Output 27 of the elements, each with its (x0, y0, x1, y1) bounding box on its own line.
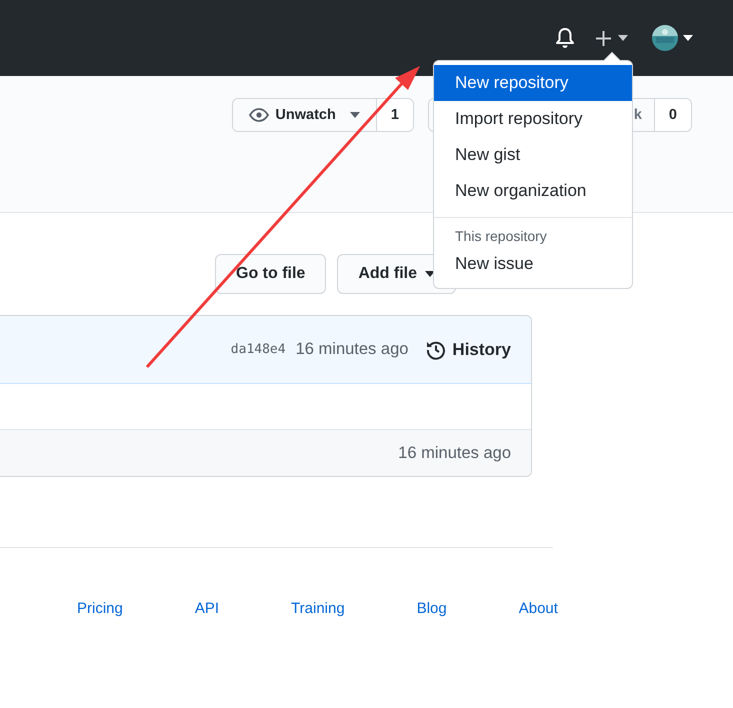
history-button[interactable]: History (418, 330, 511, 370)
create-new-button[interactable] (595, 30, 628, 46)
go-to-file-button[interactable]: Go to file (215, 254, 326, 294)
notifications-button[interactable] (555, 27, 575, 49)
menu-item[interactable]: New organization (434, 173, 632, 209)
avatar (652, 25, 678, 51)
plus-icon (595, 30, 612, 46)
footer-link[interactable]: About (518, 600, 558, 617)
menu-item[interactable]: New gist (434, 137, 632, 173)
footer-link[interactable]: Training (291, 600, 345, 617)
count-link[interactable]: 1 (376, 99, 413, 131)
profile-button[interactable] (652, 25, 693, 51)
caret-icon (618, 35, 628, 41)
footer-link[interactable]: Pricing (77, 600, 123, 617)
commit-time: 16 minutes ago (296, 340, 408, 359)
caret-icon (683, 35, 693, 41)
menu-section-heading: This repository (454, 227, 548, 246)
commit-sha-link[interactable]: da148e4 (230, 342, 286, 357)
eye-icon (249, 108, 270, 122)
footer-link[interactable]: Blog (416, 600, 447, 617)
history-icon (426, 340, 446, 360)
bell-icon (555, 27, 575, 49)
menu-item[interactable]: New repository (434, 65, 632, 101)
footer-link[interactable]: API (194, 600, 220, 617)
menu-item[interactable]: Import repository (434, 101, 632, 137)
file-time: 16 minutes ago (398, 444, 511, 462)
count-link[interactable]: 0 (654, 99, 691, 131)
